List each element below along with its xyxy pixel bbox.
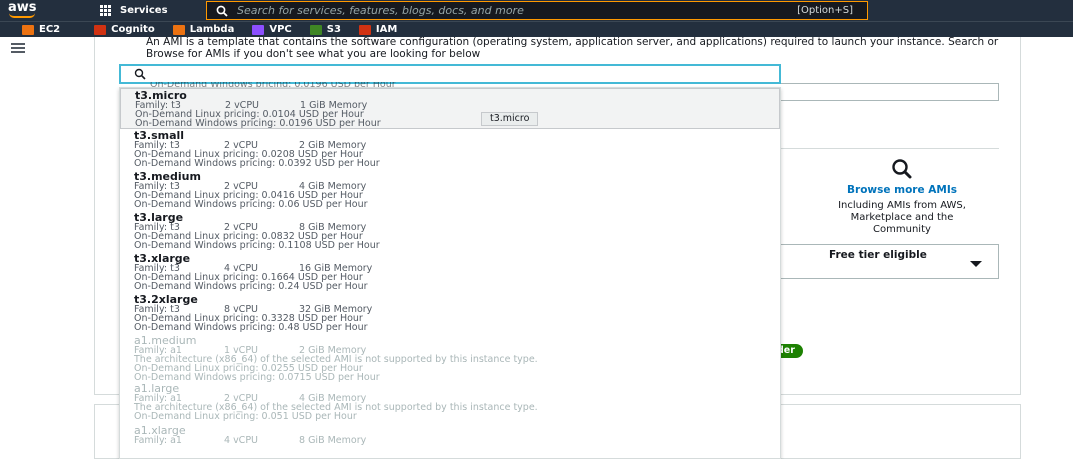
aws-logo[interactable]: aws [8, 1, 56, 20]
list-item[interactable]: t3.micro Family: t3 2 vCPU 1 GiB Memory On… [120, 88, 780, 129]
list-item[interactable]: t3.large Family: t3 2 vCPU 8 GiB Memory On… [120, 211, 780, 252]
windows-pricing: On-Demand Windows pricing: 0.06 USD per … [134, 199, 368, 210]
free-tier-label: Free tier eligible [829, 249, 927, 261]
favorite-label: Lambda [189, 24, 235, 35]
services-label: Services [120, 5, 168, 16]
global-search-input[interactable]: Search for services, features, blogs, do… [206, 1, 868, 20]
windows-pricing: On-Demand Windows pricing: 0.48 USD per … [134, 322, 368, 333]
linux-pricing: On-Demand Linux pricing: 0.051 USD per H… [134, 411, 357, 422]
favorites-bar: EC2 Cognito Lambda VPC S3 IAM [0, 21, 1073, 37]
favorite-label: VPC [269, 24, 292, 35]
vpc-icon [252, 24, 265, 35]
windows-pricing: On-Demand Windows pricing: 0.0392 USD pe… [134, 158, 380, 169]
iam-icon [358, 24, 371, 35]
favorite-lambda[interactable]: Lambda [172, 24, 235, 35]
s3-icon [309, 24, 322, 35]
list-item[interactable]: t3.medium Family: t3 2 vCPU 4 GiB Memory O… [120, 170, 780, 211]
browse-search-icon [892, 159, 912, 179]
ec2-icon [22, 24, 34, 35]
favorite-label: S3 [326, 24, 341, 35]
favorite-s3[interactable]: S3 [309, 24, 341, 35]
top-navigation: aws Services Search for services, featur… [0, 0, 1073, 21]
services-menu-button[interactable]: Services [100, 0, 168, 21]
grid-icon [100, 5, 111, 16]
favorite-iam[interactable]: IAM [358, 24, 398, 35]
windows-pricing: On-Demand Windows pricing: 0.24 USD per … [134, 281, 368, 292]
list-item-disabled: a1.large Family: a1 2 vCPU 4 GiB Memory Th… [120, 382, 780, 424]
windows-pricing: On-Demand Windows pricing: 0.0715 USD pe… [134, 372, 380, 383]
cognito-icon [94, 24, 107, 35]
search-icon [134, 68, 146, 80]
tooltip: t3.micro [481, 112, 539, 126]
instance-type-search-input[interactable] [119, 64, 781, 84]
favorite-label: EC2 [39, 24, 61, 35]
favorite-cognito[interactable]: Cognito [94, 24, 155, 35]
menu-icon[interactable] [11, 43, 25, 53]
instance-type-dropdown: t3.micro Family: t3 2 vCPU 1 GiB Memory On… [119, 87, 781, 459]
list-item[interactable]: t3.small Family: t3 2 vCPU 2 GiB Memory On… [120, 129, 780, 170]
favorite-label: Cognito [111, 24, 155, 35]
list-item-disabled: a1.xlarge Family: a1 4 vCPU 8 GiB Memory [120, 424, 780, 454]
browse-more-amis[interactable]: Browse more AMIs Including AMIs from AWS… [822, 158, 982, 236]
lambda-icon [172, 24, 185, 35]
favorite-ec2[interactable]: EC2 [22, 24, 60, 35]
search-placeholder: Search for services, features, blogs, do… [237, 4, 524, 17]
ami-field[interactable] [781, 83, 999, 101]
divider [781, 148, 999, 149]
ami-description: An AMI is a template that contains the s… [146, 36, 999, 60]
favorite-vpc[interactable]: VPC [252, 24, 292, 35]
search-icon [207, 1, 237, 20]
list-item-disabled: a1.medium Family: a1 1 vCPU 2 GiB Memory T… [120, 334, 780, 382]
list-item[interactable]: t3.xlarge Family: t3 4 vCPU 16 GiB Memory … [120, 252, 780, 293]
list-item[interactable]: t3.2xlarge Family: t3 8 vCPU 32 GiB Memory… [120, 293, 780, 334]
search-shortcut: [Option+S] [797, 5, 853, 16]
free-tier-select[interactable]: Free tier eligible [781, 244, 999, 279]
caret-down-icon [970, 261, 982, 267]
browse-more-amis-link[interactable]: Browse more AMIs [822, 184, 982, 196]
windows-pricing: On-Demand Windows pricing: 0.1108 USD pe… [134, 240, 380, 251]
instance-specs: Family: a1 4 vCPU 8 GiB Memory [134, 435, 367, 446]
browse-more-amis-subtext: Including AMIs from AWS, Marketplace and… [838, 200, 966, 235]
favorite-label: IAM [375, 24, 398, 35]
windows-pricing: On-Demand Windows pricing: 0.0196 USD pe… [135, 118, 381, 129]
aws-smile-icon [9, 13, 35, 18]
